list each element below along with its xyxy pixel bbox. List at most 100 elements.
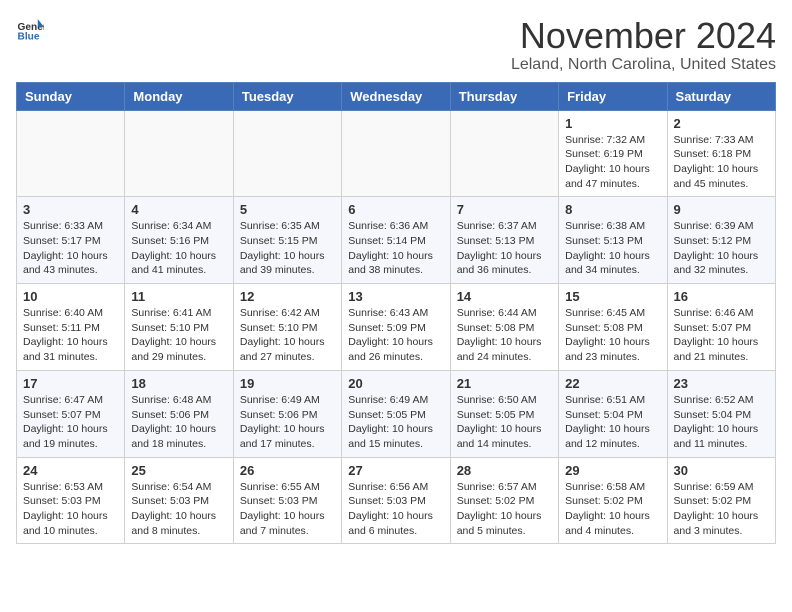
- day-info: Sunrise: 6:35 AM Sunset: 5:15 PM Dayligh…: [240, 219, 335, 278]
- page-header: General Blue November 2024 Leland, North…: [16, 16, 776, 74]
- day-number: 13: [348, 289, 443, 304]
- column-header-sunday: Sunday: [17, 82, 125, 110]
- day-number: 10: [23, 289, 118, 304]
- calendar-cell: 2 Sunrise: 7:33 AM Sunset: 6:18 PM Daylig…: [667, 110, 775, 197]
- calendar-cell: 8 Sunrise: 6:38 AM Sunset: 5:13 PM Daylig…: [559, 197, 667, 284]
- day-info: Sunrise: 6:48 AM Sunset: 5:06 PM Dayligh…: [131, 393, 226, 452]
- day-info: Sunrise: 6:43 AM Sunset: 5:09 PM Dayligh…: [348, 306, 443, 365]
- calendar-cell: 26Sunrise: 6:55 AM Sunset: 5:03 PM Dayli…: [233, 457, 341, 544]
- column-header-tuesday: Tuesday: [233, 82, 341, 110]
- day-number: 15: [565, 289, 660, 304]
- day-number: 7: [457, 202, 552, 217]
- svg-text:Blue: Blue: [18, 31, 40, 42]
- day-info: Sunrise: 6:33 AM Sunset: 5:17 PM Dayligh…: [23, 219, 118, 278]
- day-info: Sunrise: 6:49 AM Sunset: 5:05 PM Dayligh…: [348, 393, 443, 452]
- calendar-cell: 9Sunrise: 6:39 AM Sunset: 5:12 PM Daylig…: [667, 197, 775, 284]
- day-number: 4: [131, 202, 226, 217]
- calendar-cell: 10 Sunrise: 6:40 AM Sunset: 5:11 PM Dayli…: [17, 284, 125, 371]
- calendar-cell: 18Sunrise: 6:48 AM Sunset: 5:06 PM Dayli…: [125, 370, 233, 457]
- calendar-cell: [233, 110, 341, 197]
- calendar-cell: 22Sunrise: 6:51 AM Sunset: 5:04 PM Dayli…: [559, 370, 667, 457]
- day-number: 5: [240, 202, 335, 217]
- calendar-cell: [450, 110, 558, 197]
- column-header-saturday: Saturday: [667, 82, 775, 110]
- day-number: 17: [23, 376, 118, 391]
- day-info: Sunrise: 6:58 AM Sunset: 5:02 PM Dayligh…: [565, 480, 660, 539]
- day-info: Sunrise: 6:59 AM Sunset: 5:02 PM Dayligh…: [674, 480, 769, 539]
- calendar-cell: 20 Sunrise: 6:49 AM Sunset: 5:05 PM Dayli…: [342, 370, 450, 457]
- day-number: 19: [240, 376, 335, 391]
- calendar-cell: [342, 110, 450, 197]
- day-info: Sunrise: 6:56 AM Sunset: 5:03 PM Dayligh…: [348, 480, 443, 539]
- day-number: 29: [565, 463, 660, 478]
- calendar-week-row: 24 Sunrise: 6:53 AM Sunset: 5:03 PM Dayli…: [17, 457, 776, 544]
- day-number: 2: [674, 116, 769, 131]
- calendar-cell: 13 Sunrise: 6:43 AM Sunset: 5:09 PM Dayli…: [342, 284, 450, 371]
- calendar-week-row: 1Sunrise: 7:32 AM Sunset: 6:19 PM Daylig…: [17, 110, 776, 197]
- day-info: Sunrise: 6:36 AM Sunset: 5:14 PM Dayligh…: [348, 219, 443, 278]
- day-info: Sunrise: 6:57 AM Sunset: 5:02 PM Dayligh…: [457, 480, 552, 539]
- calendar-cell: 27 Sunrise: 6:56 AM Sunset: 5:03 PM Dayli…: [342, 457, 450, 544]
- column-header-thursday: Thursday: [450, 82, 558, 110]
- calendar-cell: 4 Sunrise: 6:34 AM Sunset: 5:16 PM Daylig…: [125, 197, 233, 284]
- calendar-cell: 15 Sunrise: 6:45 AM Sunset: 5:08 PM Dayli…: [559, 284, 667, 371]
- calendar-cell: 17 Sunrise: 6:47 AM Sunset: 5:07 PM Dayli…: [17, 370, 125, 457]
- day-number: 27: [348, 463, 443, 478]
- day-info: Sunrise: 6:46 AM Sunset: 5:07 PM Dayligh…: [674, 306, 769, 365]
- calendar-cell: 3 Sunrise: 6:33 AM Sunset: 5:17 PM Daylig…: [17, 197, 125, 284]
- day-info: Sunrise: 6:45 AM Sunset: 5:08 PM Dayligh…: [565, 306, 660, 365]
- calendar-cell: 29 Sunrise: 6:58 AM Sunset: 5:02 PM Dayli…: [559, 457, 667, 544]
- day-number: 25: [131, 463, 226, 478]
- day-number: 11: [131, 289, 226, 304]
- day-info: Sunrise: 6:41 AM Sunset: 5:10 PM Dayligh…: [131, 306, 226, 365]
- day-number: 28: [457, 463, 552, 478]
- calendar-cell: 28 Sunrise: 6:57 AM Sunset: 5:02 PM Dayli…: [450, 457, 558, 544]
- day-info: Sunrise: 6:50 AM Sunset: 5:05 PM Dayligh…: [457, 393, 552, 452]
- day-info: Sunrise: 6:53 AM Sunset: 5:03 PM Dayligh…: [23, 480, 118, 539]
- calendar-cell: 16Sunrise: 6:46 AM Sunset: 5:07 PM Dayli…: [667, 284, 775, 371]
- day-number: 1: [565, 116, 660, 131]
- calendar-header-row: SundayMondayTuesdayWednesdayThursdayFrid…: [17, 82, 776, 110]
- day-info: Sunrise: 6:34 AM Sunset: 5:16 PM Dayligh…: [131, 219, 226, 278]
- logo: General Blue: [16, 16, 44, 44]
- calendar-week-row: 3 Sunrise: 6:33 AM Sunset: 5:17 PM Daylig…: [17, 197, 776, 284]
- calendar-cell: [125, 110, 233, 197]
- day-number: 24: [23, 463, 118, 478]
- day-number: 26: [240, 463, 335, 478]
- column-header-monday: Monday: [125, 82, 233, 110]
- calendar-cell: 24 Sunrise: 6:53 AM Sunset: 5:03 PM Dayli…: [17, 457, 125, 544]
- day-number: 21: [457, 376, 552, 391]
- calendar-cell: [17, 110, 125, 197]
- day-info: Sunrise: 6:38 AM Sunset: 5:13 PM Dayligh…: [565, 219, 660, 278]
- day-info: Sunrise: 6:44 AM Sunset: 5:08 PM Dayligh…: [457, 306, 552, 365]
- day-number: 3: [23, 202, 118, 217]
- location-title: Leland, North Carolina, United States: [511, 56, 776, 74]
- day-number: 9: [674, 202, 769, 217]
- day-number: 20: [348, 376, 443, 391]
- calendar-week-row: 17 Sunrise: 6:47 AM Sunset: 5:07 PM Dayli…: [17, 370, 776, 457]
- day-info: Sunrise: 6:54 AM Sunset: 5:03 PM Dayligh…: [131, 480, 226, 539]
- day-info: Sunrise: 6:42 AM Sunset: 5:10 PM Dayligh…: [240, 306, 335, 365]
- calendar-cell: 5 Sunrise: 6:35 AM Sunset: 5:15 PM Daylig…: [233, 197, 341, 284]
- calendar-cell: 11 Sunrise: 6:41 AM Sunset: 5:10 PM Dayli…: [125, 284, 233, 371]
- calendar-cell: 21 Sunrise: 6:50 AM Sunset: 5:05 PM Dayli…: [450, 370, 558, 457]
- day-info: Sunrise: 6:52 AM Sunset: 5:04 PM Dayligh…: [674, 393, 769, 452]
- column-header-wednesday: Wednesday: [342, 82, 450, 110]
- day-info: Sunrise: 6:47 AM Sunset: 5:07 PM Dayligh…: [23, 393, 118, 452]
- calendar-cell: 12Sunrise: 6:42 AM Sunset: 5:10 PM Dayli…: [233, 284, 341, 371]
- calendar-cell: 19 Sunrise: 6:49 AM Sunset: 5:06 PM Dayli…: [233, 370, 341, 457]
- calendar-cell: 23Sunrise: 6:52 AM Sunset: 5:04 PM Dayli…: [667, 370, 775, 457]
- calendar-table: SundayMondayTuesdayWednesdayThursdayFrid…: [16, 82, 776, 545]
- day-number: 14: [457, 289, 552, 304]
- day-info: Sunrise: 7:33 AM Sunset: 6:18 PM Dayligh…: [674, 133, 769, 192]
- calendar-cell: 7Sunrise: 6:37 AM Sunset: 5:13 PM Daylig…: [450, 197, 558, 284]
- day-number: 6: [348, 202, 443, 217]
- column-header-friday: Friday: [559, 82, 667, 110]
- day-number: 30: [674, 463, 769, 478]
- day-number: 8: [565, 202, 660, 217]
- day-info: Sunrise: 6:40 AM Sunset: 5:11 PM Dayligh…: [23, 306, 118, 365]
- calendar-cell: 1Sunrise: 7:32 AM Sunset: 6:19 PM Daylig…: [559, 110, 667, 197]
- day-info: Sunrise: 6:49 AM Sunset: 5:06 PM Dayligh…: [240, 393, 335, 452]
- calendar-week-row: 10 Sunrise: 6:40 AM Sunset: 5:11 PM Dayli…: [17, 284, 776, 371]
- calendar-cell: 14 Sunrise: 6:44 AM Sunset: 5:08 PM Dayli…: [450, 284, 558, 371]
